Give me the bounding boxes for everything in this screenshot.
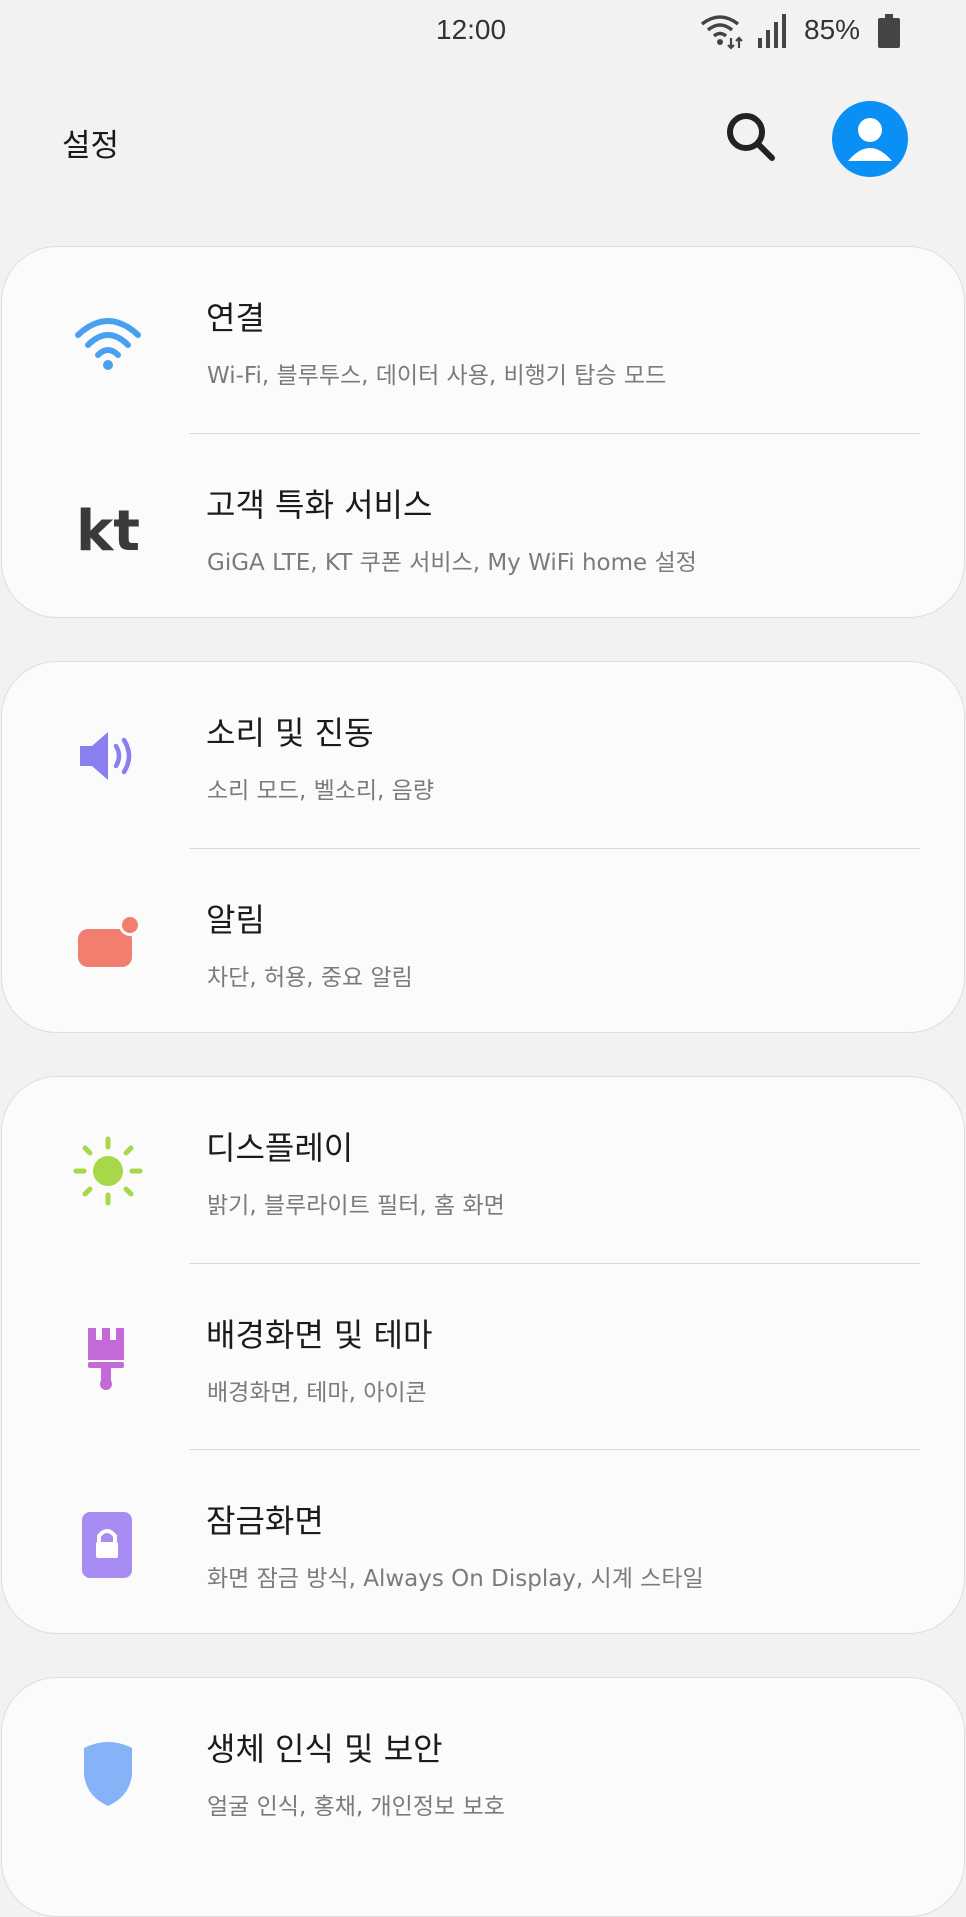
settings-item-subtitle: Wi-Fi, 블루투스, 데이터 사용, 비행기 탑승 모드 — [207, 363, 667, 389]
settings-item-subtitle: 얼굴 인식, 홍채, 개인정보 보호 — [207, 1794, 505, 1820]
settings-item-title: 배경화면 및 테마 — [206, 1316, 433, 1354]
page-title: 설정 — [62, 128, 120, 164]
kt-logo-text: kt — [76, 499, 140, 564]
settings-item-title: 소리 및 진동 — [206, 714, 374, 752]
settings-item-title: 고객 특화 서비스 — [206, 486, 433, 524]
settings-item-sound[interactable]: 소리 및 진동 소리 모드, 벨소리, 음량 — [2, 662, 964, 849]
signal-icon — [758, 14, 786, 48]
wifi-icon — [75, 318, 141, 370]
kt-logo-icon: kt — [76, 499, 140, 564]
settings-item-notifications[interactable]: 알림 차단, 허용, 중요 알림 — [2, 849, 964, 1032]
battery-icon — [878, 14, 900, 48]
settings-item-connections[interactable]: 연결 Wi-Fi, 블루투스, 데이터 사용, 비행기 탑승 모드 — [2, 247, 964, 434]
settings-item-title: 잠금화면 — [206, 1502, 324, 1540]
settings-item-title: 알림 — [206, 901, 265, 939]
settings-item-lockscreen[interactable]: 잠금화면 화면 잠금 방식, Always On Display, 시계 스타일 — [2, 1450, 964, 1633]
settings-item-biometrics[interactable]: 생체 인식 및 보안 얼굴 인식, 홍채, 개인정보 보호 — [2, 1678, 964, 1865]
settings-item-kt-services[interactable]: kt 고객 특화 서비스 GiGA LTE, KT 쿠폰 서비스, My WiF… — [2, 434, 964, 617]
status-bar: 12:00 85% — [0, 0, 966, 66]
notification-icon — [78, 914, 141, 967]
search-button[interactable] — [724, 110, 778, 164]
settings-item-subtitle: 배경화면, 테마, 아이콘 — [207, 1380, 427, 1406]
settings-group-security: 생체 인식 및 보안 얼굴 인식, 홍채, 개인정보 보호 — [1, 1677, 965, 1917]
settings-item-subtitle: 소리 모드, 벨소리, 음량 — [207, 778, 434, 804]
settings-item-subtitle: 밝기, 블루라이트 필터, 홈 화면 — [207, 1193, 505, 1219]
brush-icon — [88, 1328, 124, 1390]
settings-item-subtitle: 화면 잠금 방식, Always On Display, 시계 스타일 — [207, 1566, 704, 1592]
settings-group-connections: 연결 Wi-Fi, 블루투스, 데이터 사용, 비행기 탑승 모드 kt 고객 … — [1, 246, 965, 618]
settings-item-display[interactable]: 디스플레이 밝기, 블루라이트 필터, 홈 화면 — [2, 1077, 964, 1264]
settings-item-subtitle: GiGA LTE, KT 쿠폰 서비스, My WiFi home 설정 — [207, 550, 697, 576]
speaker-icon — [80, 732, 132, 780]
shield-icon — [84, 1742, 132, 1806]
settings-group-display: 디스플레이 밝기, 블루라이트 필터, 홈 화면 배경화면 및 테마 배경화면,… — [1, 1076, 965, 1634]
battery-percent: 85% — [804, 14, 861, 45]
settings-item-title: 생체 인식 및 보안 — [206, 1730, 443, 1768]
search-icon — [727, 113, 775, 161]
status-time: 12:00 — [436, 14, 507, 45]
lock-icon — [82, 1512, 132, 1578]
person-icon — [848, 118, 892, 161]
settings-item-title: 연결 — [206, 299, 265, 337]
settings-item-wallpaper[interactable]: 배경화면 및 테마 배경화면, 테마, 아이콘 — [2, 1264, 964, 1451]
settings-item-subtitle: 차단, 허용, 중요 알림 — [207, 965, 413, 991]
settings-item-title: 디스플레이 — [206, 1129, 354, 1167]
profile-button[interactable] — [832, 101, 908, 177]
settings-group-sound: 소리 및 진동 소리 모드, 벨소리, 음량 알림 차단, 허용, 중요 알림 — [1, 661, 965, 1033]
sun-icon — [73, 1136, 143, 1206]
wifi-status-icon — [700, 15, 743, 50]
